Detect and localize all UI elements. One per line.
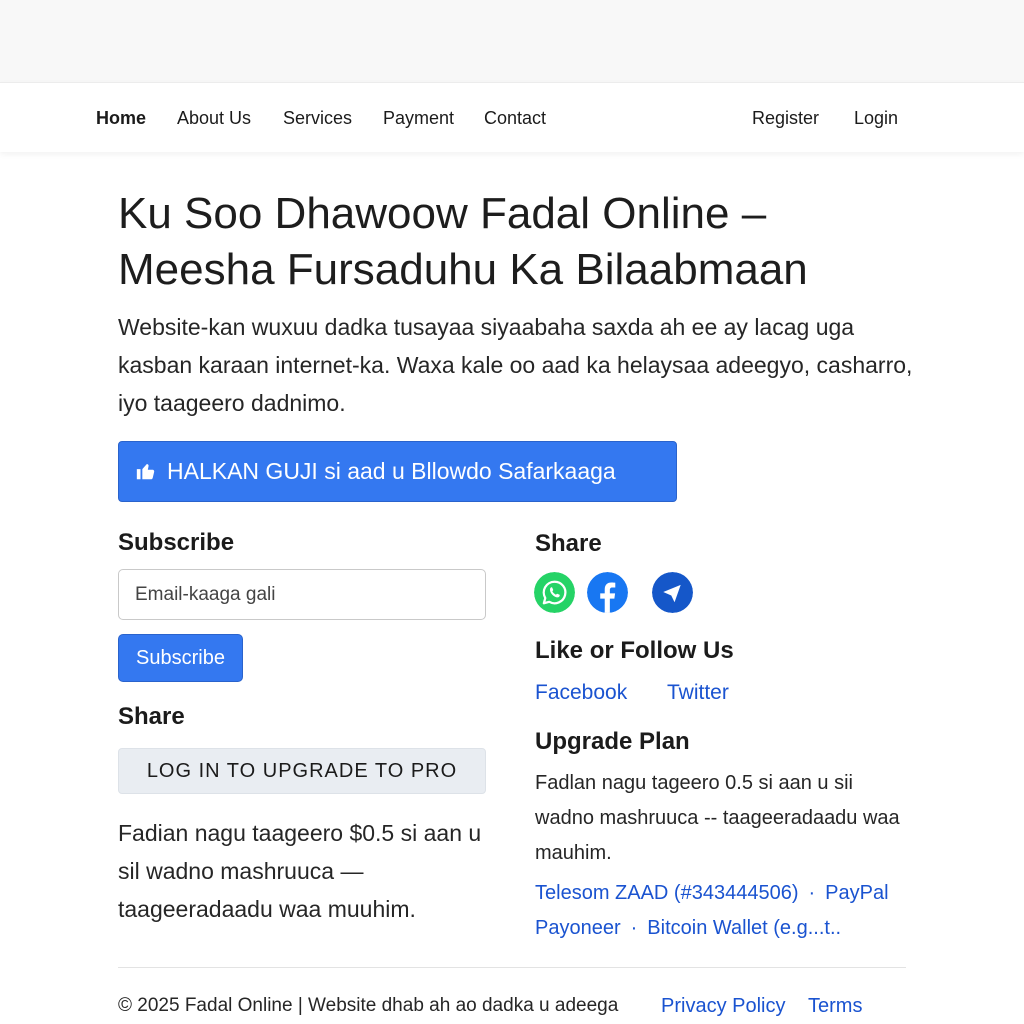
payment-methods-row-2: Payoneer · Bitcoin Wallet (e.g...t..: [535, 913, 841, 943]
paypal-link[interactable]: PayPal: [825, 882, 888, 904]
cta-start-journey-button[interactable]: HALKAN GUJI si aad u Bllowdo Safarkaaga: [118, 441, 677, 502]
follow-heading: Like or Follow Us: [535, 637, 734, 664]
thumbs-up-icon: [136, 464, 155, 480]
nav-about-link[interactable]: About Us: [177, 83, 251, 153]
hero-description: Website-kan wuxuu dadka tusayaa siyaabah…: [118, 314, 913, 416]
telesom-number-link[interactable]: #343444506: [681, 882, 792, 904]
nav-services-link[interactable]: Services: [283, 83, 352, 153]
nav-home-link[interactable]: Home: [96, 83, 146, 153]
page-title-line-2: Meesha Fursaduhu Ka Bilaabmaan: [118, 245, 808, 294]
nav-contact-link[interactable]: Contact: [484, 83, 546, 153]
separator-dot: ·: [808, 882, 816, 904]
upgrade-plan-text: Fadlan nagu tageero 0.5 si aan u sii wad…: [535, 772, 900, 864]
subscribe-button[interactable]: Subscribe: [118, 634, 243, 682]
telegram-icon[interactable]: [652, 572, 693, 613]
cta-label: HALKAN GUJI si aad u Bllowdo Safarkaaga: [167, 458, 616, 484]
footer-copyright: © 2025 Fadal Online | Website dhab ah ao…: [118, 995, 619, 1016]
whatsapp-icon[interactable]: [534, 572, 575, 613]
email-field[interactable]: [118, 569, 486, 620]
follow-facebook-link[interactable]: Facebook: [535, 678, 627, 708]
footer-divider: [118, 967, 906, 968]
nav-register-link[interactable]: Register: [752, 83, 819, 153]
upgrade-to-pro-button[interactable]: LOG IN TO UPGRADE TO PRO: [118, 748, 486, 794]
subscribe-heading: Subscribe: [118, 529, 235, 556]
upgrade-plan-heading: Upgrade Plan: [535, 728, 690, 755]
top-bar: [0, 0, 1024, 82]
page-title: Ku Soo Dhawoow Fadal Online – Meesha Fur…: [118, 186, 918, 298]
page-title-line-1: Ku Soo Dhawoow Fadal Online –: [118, 189, 767, 238]
payoneer-link[interactable]: Payoneer: [535, 917, 621, 939]
main-navbar: Home About Us Services Payment Contact R…: [0, 82, 1024, 152]
terms-link[interactable]: Terms: [808, 992, 862, 1020]
telesom-zaad-link[interactable]: Telesom ZAAD: [535, 882, 668, 904]
payment-methods-row-1: Telesom ZAAD (#343444506) · PayPal: [535, 882, 889, 904]
right-share-heading: Share: [535, 530, 602, 557]
follow-twitter-link[interactable]: Twitter: [667, 678, 729, 708]
separator-dot: ·: [630, 917, 638, 939]
privacy-policy-link[interactable]: Privacy Policy: [661, 992, 785, 1020]
nav-login-link[interactable]: Login: [854, 83, 898, 153]
bitcoin-wallet-link[interactable]: Bitcoin Wallet (e.g...t..: [647, 917, 841, 939]
support-text: Fadian nagu taageero $0.5 si aan u sil w…: [118, 820, 482, 922]
nav-payment-link[interactable]: Payment: [383, 83, 454, 153]
left-share-heading: Share: [118, 703, 185, 730]
facebook-icon[interactable]: [587, 572, 628, 613]
